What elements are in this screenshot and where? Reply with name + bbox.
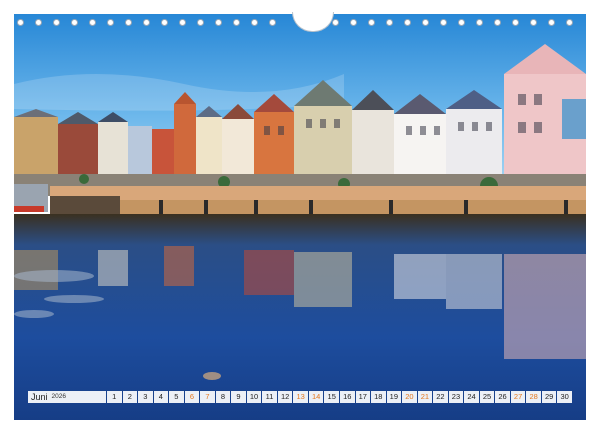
calendar-day: 27 xyxy=(510,391,526,403)
calendar-day: 21 xyxy=(417,391,433,403)
calendar-day: 20 xyxy=(402,391,417,403)
calendar-day: 17 xyxy=(355,391,371,403)
calendar-day: 14 xyxy=(308,391,324,403)
calendar-day: 9 xyxy=(231,391,246,403)
calendar-day: 24 xyxy=(464,391,479,403)
calendar-page: Juni 2026 1 2 3 4 5 6 7 8 9 10 11 12 13 14 15 16 17 18 19 2… xyxy=(0,0,600,432)
calendar-day: 23 xyxy=(448,391,464,403)
calendar-day: 2 xyxy=(122,391,138,403)
calendar-day: 8 xyxy=(215,391,231,403)
binding-hole-icon xyxy=(233,19,240,26)
binding-hole-icon xyxy=(197,19,204,26)
calendar-day: 29 xyxy=(541,391,557,403)
binding-hole-icon xyxy=(458,19,465,26)
binding-hole-icon xyxy=(494,19,501,26)
binding-hole-icon xyxy=(251,19,258,26)
binding-hole-icon xyxy=(476,19,483,26)
binding-hole-icon xyxy=(161,19,168,26)
binding-hole-icon xyxy=(89,19,96,26)
binding-hole-icon xyxy=(350,19,357,26)
binding-hole-icon xyxy=(440,19,447,26)
calendar-day: 19 xyxy=(386,391,402,403)
calendar-day: 18 xyxy=(371,391,386,403)
calendar-day: 26 xyxy=(495,391,510,403)
calendar-day: 28 xyxy=(526,391,541,403)
binding-hole-icon xyxy=(53,19,60,26)
calendar-day: 13 xyxy=(293,391,308,403)
calendar-day: 10 xyxy=(246,391,262,403)
calendar-day: 11 xyxy=(262,391,277,403)
binding-hole-icon xyxy=(107,19,114,26)
binding-hole-icon xyxy=(566,19,573,26)
calendar-day: 15 xyxy=(324,391,339,403)
year-label: 2026 xyxy=(51,393,66,400)
binding-hole-icon xyxy=(530,19,537,26)
calendar-day: 25 xyxy=(479,391,495,403)
harbor-photo xyxy=(14,14,586,420)
calendar-day: 22 xyxy=(433,391,448,403)
calendar-day: 4 xyxy=(153,391,169,403)
calendar-day: 30 xyxy=(557,391,572,403)
binding-hole-icon xyxy=(35,19,42,26)
binding-hole-icon xyxy=(368,19,375,26)
binding-hole-icon xyxy=(179,19,186,26)
calendar-day: 5 xyxy=(169,391,184,403)
binding-hole-icon xyxy=(512,19,519,26)
calendar-day: 3 xyxy=(138,391,153,403)
binding-hole-icon xyxy=(422,19,429,26)
calendar-day: 16 xyxy=(339,391,355,403)
binding-hole-icon xyxy=(269,19,276,26)
calendar-hanger xyxy=(292,12,334,32)
spiral-binding xyxy=(14,12,586,36)
binding-hole-icon xyxy=(548,19,555,26)
calendar-day: 1 xyxy=(107,391,122,403)
calendar-day: 12 xyxy=(277,391,293,403)
binding-hole-icon xyxy=(332,19,339,26)
calendar-day: 7 xyxy=(200,391,215,403)
binding-hole-icon xyxy=(386,19,393,26)
month-name: Juni xyxy=(31,392,48,402)
calendar-strip: Juni 2026 1 2 3 4 5 6 7 8 9 10 11 12 13 14 15 16 17 18 19 2… xyxy=(28,391,572,403)
binding-hole-icon xyxy=(404,19,411,26)
month-label: Juni 2026 xyxy=(28,391,106,403)
harbor-photo-illustration xyxy=(14,14,586,420)
binding-hole-icon xyxy=(125,19,132,26)
calendar-day: 6 xyxy=(184,391,200,403)
binding-hole-icon xyxy=(143,19,150,26)
binding-hole-icon xyxy=(71,19,78,26)
binding-hole-icon xyxy=(215,19,222,26)
binding-hole-icon xyxy=(17,19,24,26)
